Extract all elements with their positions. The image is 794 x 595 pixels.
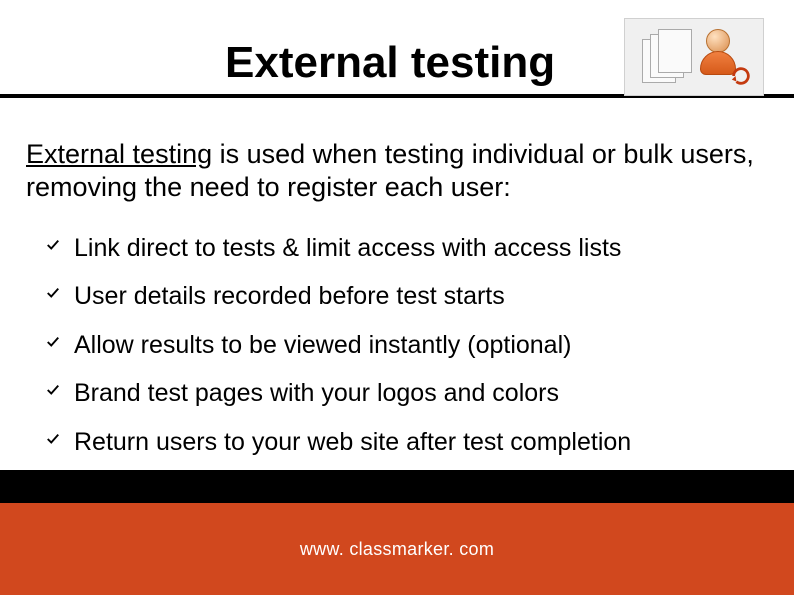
slide-footer: www. classmarker. com — [0, 470, 794, 595]
slide-header: External testing — [0, 0, 794, 98]
footer-orange-bar: www. classmarker. com — [0, 503, 794, 595]
bullet-text: Brand test pages with your logos and col… — [74, 377, 559, 410]
check-icon — [46, 383, 64, 397]
check-icon — [46, 432, 64, 446]
intro-emphasis: External testing — [26, 139, 212, 169]
bullet-text: Return users to your web site after test… — [74, 426, 631, 459]
list-item: User details recorded before test starts — [46, 280, 768, 313]
list-item: Link direct to tests & limit access with… — [46, 232, 768, 265]
bullet-text: Allow results to be viewed instantly (op… — [74, 329, 571, 362]
intro-text: External testing is used when testing in… — [26, 138, 768, 204]
bullet-text: Link direct to tests & limit access with… — [74, 232, 621, 265]
check-icon — [46, 286, 64, 300]
list-item: Return users to your web site after test… — [46, 426, 768, 459]
slide-title: External testing — [225, 38, 555, 88]
user-arrow-icon — [700, 29, 746, 85]
footer-black-bar — [0, 470, 794, 503]
slide-content: External testing is used when testing in… — [0, 98, 794, 458]
bullet-list: Link direct to tests & limit access with… — [26, 232, 768, 459]
bullet-text: User details recorded before test starts — [74, 280, 505, 313]
footer-url: www. classmarker. com — [300, 539, 494, 560]
documents-icon — [642, 29, 692, 85]
check-icon — [46, 238, 64, 252]
check-icon — [46, 335, 64, 349]
list-item: Allow results to be viewed instantly (op… — [46, 329, 768, 362]
header-icon-box — [624, 18, 764, 96]
list-item: Brand test pages with your logos and col… — [46, 377, 768, 410]
